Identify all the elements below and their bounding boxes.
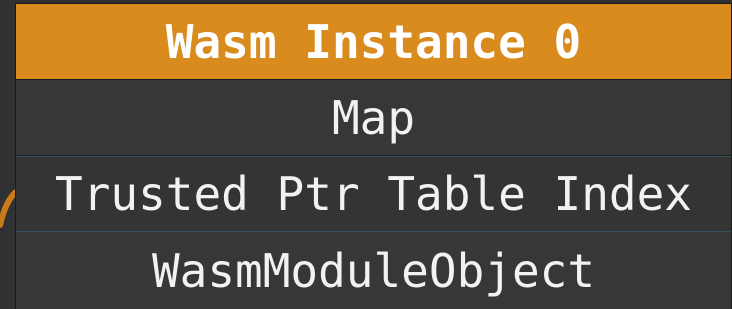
object-node[interactable]: Wasm Instance 0 Map Trusted Ptr Table In… [15, 3, 732, 309]
node-field-map[interactable]: Map [16, 80, 731, 156]
node-title[interactable]: Wasm Instance 0 [16, 4, 731, 80]
node-field-trusted-ptr-table-index[interactable]: Trusted Ptr Table Index [16, 156, 731, 232]
graph-canvas: Wasm Instance 0 Map Trusted Ptr Table In… [0, 0, 732, 309]
node-field-wasm-module-object[interactable]: WasmModuleObject [16, 232, 731, 309]
